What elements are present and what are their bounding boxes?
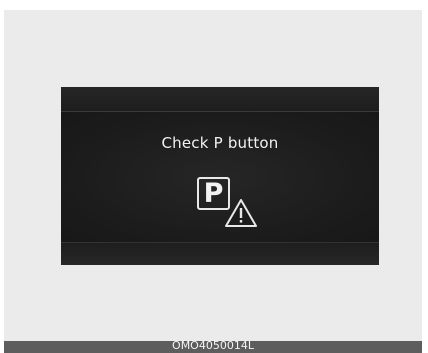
figure-code: OMO4050014L — [172, 339, 254, 352]
warning-triangle-icon — [225, 199, 257, 227]
display-top-band — [61, 87, 379, 112]
warning-message: Check P button — [161, 134, 279, 152]
display-bottom-band — [61, 242, 379, 265]
figure-caption-bar: OMO4050014L — [4, 339, 422, 353]
